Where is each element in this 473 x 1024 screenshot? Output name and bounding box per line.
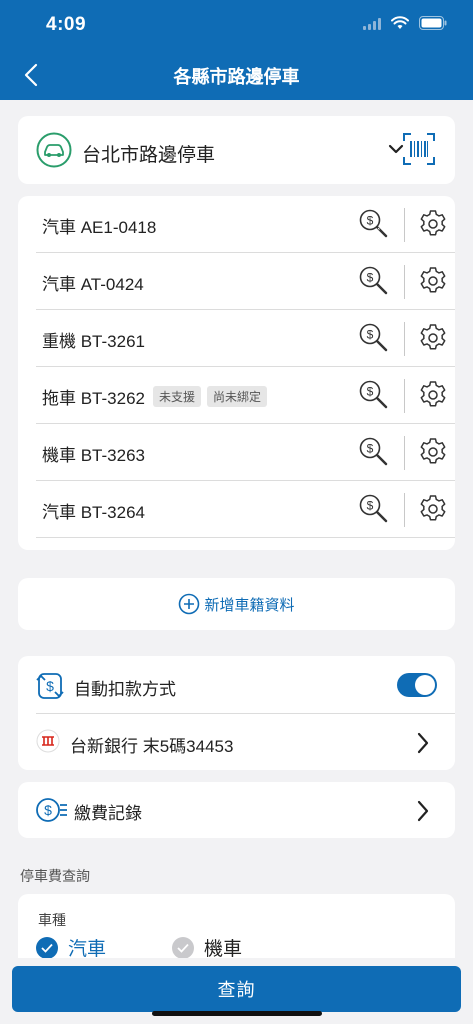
radio-motorcycle-label: 機車 [204,939,243,960]
search-dollar-icon[interactable]: $ [356,492,392,533]
vehicle-label: 拖車 BT-3262 未支援 尚未綁定 [42,384,268,409]
search-dollar-icon[interactable]: $ [356,264,392,305]
row-divider [404,322,405,356]
car-icon [36,132,72,173]
vehicle-list-card: 汽車 AE1-0418 $ 汽車 AT-0424 $ 重機 BT-3261 $ … [18,196,455,550]
app-header: 4:09 各縣市路邊停車 [0,0,473,100]
gear-icon[interactable] [417,493,449,530]
dollar-cycle-icon: $ [36,671,64,706]
check-icon [36,936,58,959]
city-label: 台北市路邊停車 [82,145,216,166]
status-time: 4:09 [46,14,87,35]
row-divider [404,379,405,413]
gear-icon[interactable] [417,322,449,359]
query-button[interactable]: 查詢 [12,966,461,1012]
bank-logo-icon [36,729,60,758]
vehicle-label: 重機 BT-3261 [42,332,145,351]
add-vehicle-card[interactable]: 新增車籍資料 [18,578,455,630]
row-divider [404,493,405,527]
radio-car[interactable]: 汽車 [36,934,106,961]
status-bar: 4:09 [0,0,473,50]
vehicle-row[interactable]: 機車 BT-3263 $ [36,424,455,481]
svg-text:$: $ [367,499,374,513]
wifi-icon [391,16,409,35]
vehicle-label: 汽車 AT-0424 [42,275,144,294]
row-divider [404,436,405,470]
dollar-list-icon: $ [36,796,68,829]
svg-text:$: $ [367,385,374,399]
vehicle-row[interactable]: 汽車 BT-3264 $ [36,481,455,538]
unsupported-tag: 未支援 [153,386,202,407]
gear-icon[interactable] [417,379,449,416]
radio-car-label: 汽車 [68,939,107,960]
svg-text:$: $ [367,214,374,228]
unbound-tag: 尚未綁定 [207,386,268,407]
gear-icon[interactable] [417,265,449,302]
city-selector-card[interactable]: 台北市路邊停車 [18,116,455,184]
add-vehicle-button[interactable]: 新增車籍資料 [18,593,455,615]
autopay-label: 自動扣款方式 [74,680,176,699]
svg-text:$: $ [46,678,54,694]
radio-motorcycle[interactable]: 機車 [172,934,242,961]
vehicle-row[interactable]: 重機 BT-3261 $ [36,310,455,367]
autopay-card: $ 自動扣款方式 台新銀行 末5碼34453 [18,656,455,770]
search-dollar-icon[interactable]: $ [356,321,392,362]
vehicle-label: 汽車 BT-3264 [42,503,145,522]
search-dollar-icon[interactable]: $ [356,435,392,476]
add-vehicle-label: 新增車籍資料 [204,596,295,614]
page-title: 各縣市路邊停車 [173,67,300,87]
divider [36,713,455,714]
search-dollar-icon[interactable]: $ [356,378,392,419]
chevron-right-icon[interactable] [416,732,430,759]
row-divider [404,208,405,242]
vehicle-row[interactable]: 汽車 AE1-0418 $ [36,196,455,253]
svg-text:$: $ [367,271,374,285]
vehicle-type-label: 車種 [38,912,66,928]
search-dollar-icon[interactable]: $ [356,207,392,248]
vehicle-label-text: 拖車 BT-3262 [42,389,145,408]
row-divider [404,265,405,299]
bank-label[interactable]: 台新銀行 末5碼34453 [70,732,233,757]
signal-icon [363,17,381,35]
status-icons [363,16,447,35]
vehicle-label: 汽車 AE1-0418 [42,218,157,237]
battery-icon [419,16,447,35]
svg-text:$: $ [367,328,374,342]
autopay-toggle[interactable] [397,673,437,697]
chevron-right-icon[interactable] [416,800,430,827]
svg-text:$: $ [44,802,52,818]
vehicle-row[interactable]: 拖車 BT-3262 未支援 尚未綁定 $ [36,367,455,424]
vehicle-label: 機車 BT-3263 [42,446,145,465]
toggle-knob [415,675,435,695]
gear-icon[interactable] [417,436,449,473]
vehicle-row[interactable]: 汽車 AT-0424 $ [36,253,455,310]
home-indicator [152,1011,322,1016]
barcode-scan-icon[interactable] [402,132,436,171]
svg-text:$: $ [367,442,374,456]
section-title: 停車費查詢 [20,868,90,884]
plus-circle-icon [179,593,200,615]
nav-bar: 各縣市路邊停車 [0,50,473,100]
payment-history-card[interactable]: $ 繳費記錄 [18,782,455,838]
check-icon [172,936,194,959]
payment-history-label: 繳費記錄 [74,804,142,823]
gear-icon[interactable] [417,208,449,245]
